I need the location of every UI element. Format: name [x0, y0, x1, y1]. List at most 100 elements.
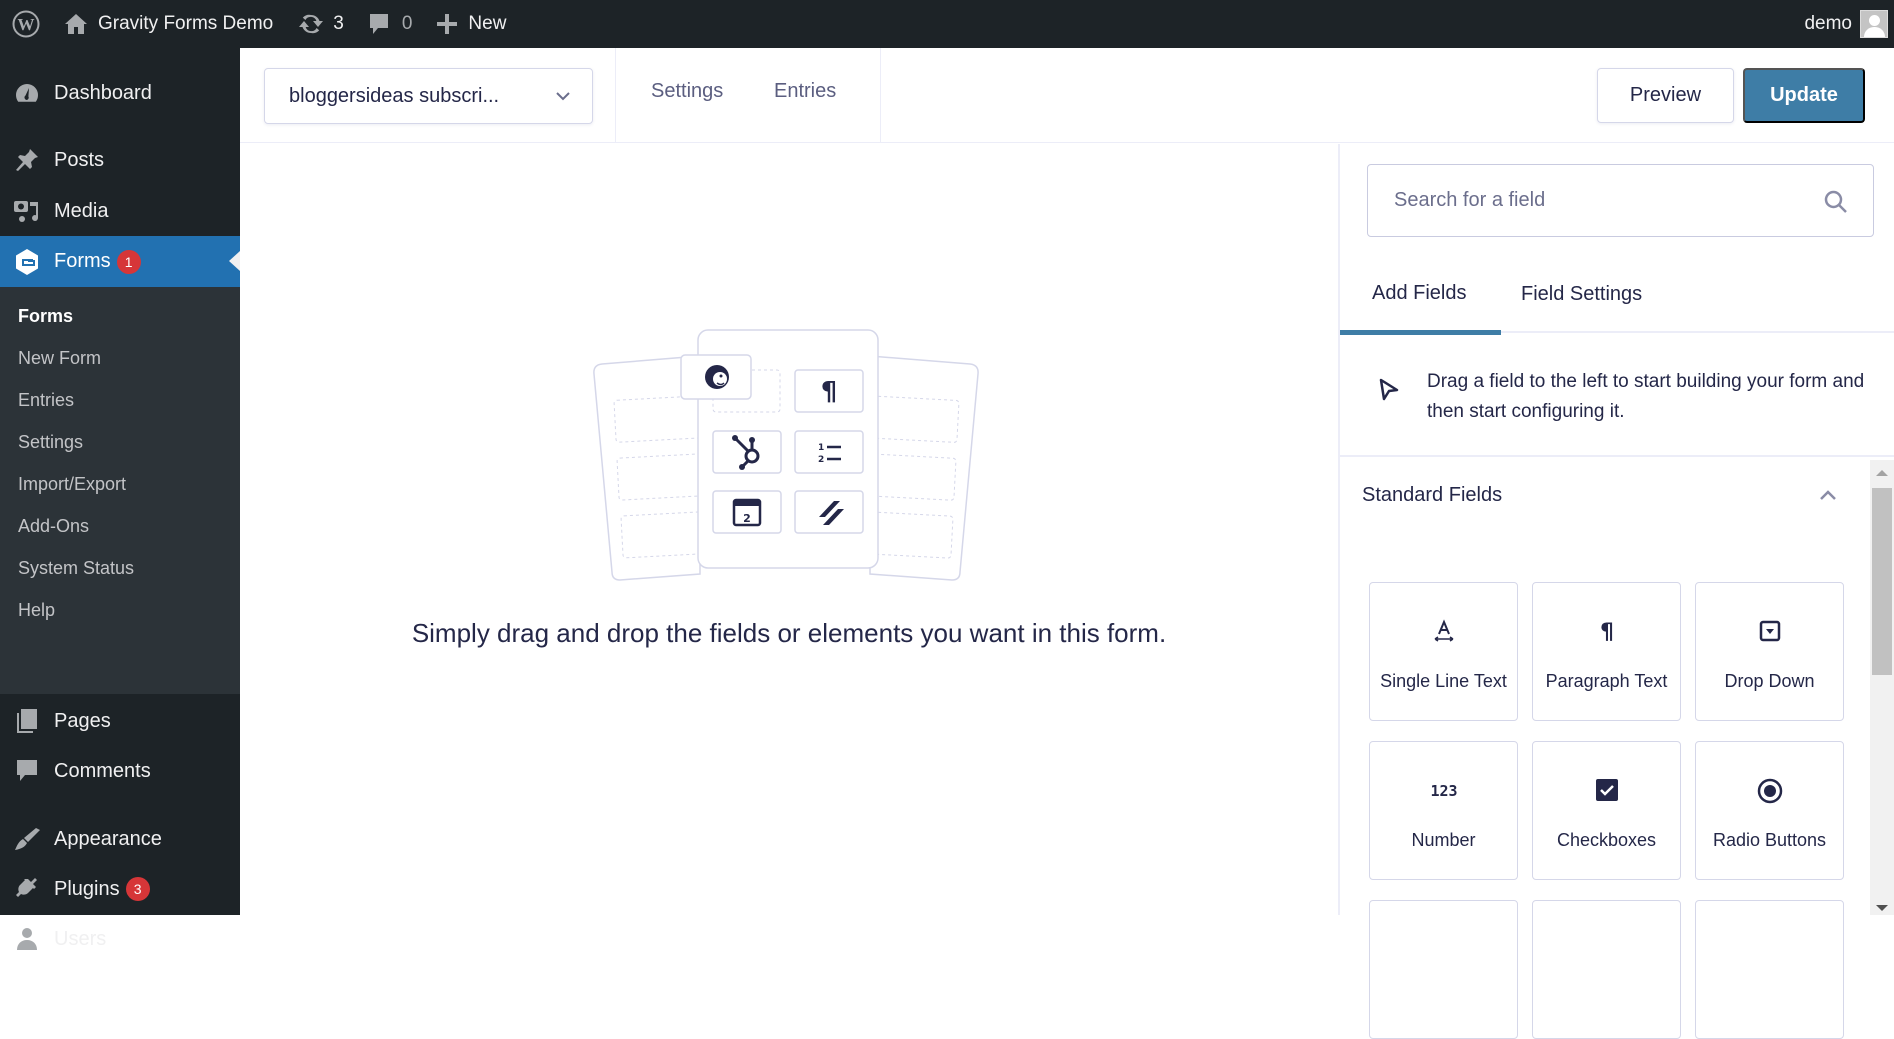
plugins-count-badge: 3 — [125, 877, 150, 901]
comments-count: 0 — [401, 13, 413, 34]
field-button-single-line-text[interactable]: Single Line Text — [1369, 582, 1518, 721]
entries-link[interactable]: Entries — [774, 80, 836, 103]
preview-button[interactable]: Preview — [1597, 68, 1734, 123]
admin-bar: W Gravity Forms Demo 3 0 New demo — [0, 0, 1894, 48]
comment-icon — [17, 760, 37, 781]
wordpress-logo-button[interactable]: W — [0, 0, 50, 48]
standard-fields-title[interactable]: Standard Fields — [1362, 484, 1502, 507]
dropdown-icon — [1759, 620, 1780, 642]
site-name-link[interactable]: Gravity Forms Demo — [50, 0, 283, 48]
field-sidebar: Add Fields Field Settings Drag a field t… — [1338, 144, 1894, 1039]
field-button-partial[interactable] — [1532, 900, 1681, 1039]
sidebar-item-comments[interactable]: Comments — [0, 746, 240, 796]
sidebar-item-dashboard[interactable]: Dashboard — [0, 68, 240, 118]
tab-field-settings[interactable]: Field Settings — [1489, 264, 1674, 333]
user-account-menu[interactable]: demo — [1794, 0, 1894, 48]
field-label: Radio Buttons — [1712, 830, 1827, 850]
submenu-add-ons[interactable]: Add-Ons — [0, 505, 240, 547]
comments-link[interactable]: 0 — [354, 0, 423, 48]
svg-text:123: 123 — [1430, 782, 1457, 800]
scroll-down-arrow-icon[interactable] — [1876, 905, 1888, 911]
form-canvas[interactable]: ¶ 1 2 2 Simply drag and drop the fields … — [240, 144, 1338, 915]
sidebar-item-forms[interactable]: Forms 1 — [0, 236, 240, 287]
sidebar-item-label: Posts — [54, 148, 105, 171]
plus-icon — [437, 14, 458, 34]
sidebar-item-posts[interactable]: Posts — [0, 135, 240, 185]
field-label: Paragraph Text — [1545, 671, 1668, 691]
svg-text:2: 2 — [818, 455, 824, 465]
forms-submenu: Forms New Form Entries Settings Import/E… — [0, 287, 240, 694]
forms-count-badge: 1 — [116, 249, 141, 274]
field-search[interactable] — [1367, 164, 1874, 237]
chevron-up-icon[interactable] — [1818, 488, 1838, 502]
submenu-system-status[interactable]: System Status — [0, 547, 240, 589]
field-button-checkboxes[interactable]: Checkboxes — [1532, 741, 1681, 880]
form-editor-toolbar: bloggersideas subscri... Settings Entrie… — [240, 48, 1894, 143]
tab-add-fields[interactable]: Add Fields — [1340, 264, 1501, 335]
toolbar-divider — [615, 48, 616, 143]
sidebar-item-media[interactable]: Media — [0, 186, 240, 236]
svg-text:2: 2 — [743, 512, 751, 525]
avatar — [1860, 10, 1888, 38]
pages-icon — [17, 709, 37, 733]
empty-form-illustration: ¶ 1 2 2 — [593, 329, 979, 581]
submenu-entries[interactable]: Entries — [0, 379, 240, 421]
hint-text: Drag a field to the left to start buildi… — [1427, 371, 1865, 422]
update-button[interactable]: Update — [1743, 68, 1865, 123]
field-button-number[interactable]: 123 Number — [1369, 741, 1518, 880]
form-switcher-value: bloggersideas subscri... — [289, 84, 500, 107]
submenu-forms[interactable]: Forms — [0, 295, 240, 337]
checkbox-icon — [1595, 779, 1618, 801]
sidebar-item-label: Plugins — [54, 877, 120, 900]
field-search-input[interactable] — [1394, 189, 1794, 212]
home-icon — [65, 14, 87, 34]
field-button-radio-buttons[interactable]: Radio Buttons — [1695, 741, 1844, 880]
sidebar-item-plugins[interactable]: Plugins 3 — [0, 864, 240, 914]
field-button-drop-down[interactable]: Drop Down — [1695, 582, 1844, 721]
field-button-partial[interactable] — [1369, 900, 1518, 1039]
updates-link[interactable]: 3 — [283, 0, 354, 48]
search-icon — [1824, 190, 1847, 213]
sidebar-item-label: Media — [54, 199, 109, 222]
scrollbar-thumb[interactable] — [1872, 488, 1892, 675]
svg-text:W: W — [18, 15, 35, 34]
new-content-link[interactable]: New — [422, 0, 516, 48]
settings-link[interactable]: Settings — [651, 80, 723, 103]
site-name: Gravity Forms Demo — [98, 13, 274, 34]
new-label: New — [468, 13, 507, 34]
sidebar-item-label: Dashboard — [54, 81, 152, 104]
svg-text:¶: ¶ — [1600, 620, 1614, 643]
add-fields-hint: Drag a field to the left to start buildi… — [1340, 335, 1894, 457]
scroll-up-arrow-icon[interactable] — [1876, 470, 1888, 476]
text-input-icon — [1434, 619, 1453, 642]
form-switcher-select[interactable]: bloggersideas subscri... — [264, 68, 593, 124]
chevron-down-icon — [556, 92, 570, 101]
user-icon — [17, 928, 37, 950]
sidebar-item-users[interactable]: Users — [0, 914, 240, 964]
field-button-paragraph-text[interactable]: ¶ Paragraph Text — [1532, 582, 1681, 721]
pin-icon — [16, 149, 38, 171]
sidebar-item-appearance[interactable]: Appearance — [0, 814, 240, 864]
dashboard-icon — [16, 84, 39, 102]
submenu-settings[interactable]: Settings — [0, 421, 240, 463]
sidebar-item-label: Comments — [54, 759, 151, 782]
submenu-help[interactable]: Help — [0, 589, 240, 631]
submenu-import-export[interactable]: Import/Export — [0, 463, 240, 505]
svg-text:1: 1 — [818, 443, 824, 453]
field-button-partial[interactable] — [1695, 900, 1844, 1039]
comment-icon — [369, 14, 388, 34]
radio-icon — [1757, 778, 1782, 804]
numbered-list-tile: 1 2 — [794, 430, 864, 474]
paintbrush-icon — [15, 828, 40, 850]
plugin-icon — [16, 878, 37, 897]
media-icon — [14, 201, 39, 222]
sidebar-item-label: Users — [54, 927, 107, 950]
svg-text:¶: ¶ — [821, 377, 838, 407]
tab-label: Field Settings — [1521, 283, 1643, 305]
gravity-forms-icon — [16, 248, 38, 275]
wordpress-icon: W — [12, 10, 40, 38]
sidebar-item-label: Appearance — [54, 827, 162, 850]
sidebar-item-pages[interactable]: Pages — [0, 696, 240, 746]
panel-scrollbar[interactable] — [1870, 460, 1894, 915]
submenu-new-form[interactable]: New Form — [0, 337, 240, 379]
